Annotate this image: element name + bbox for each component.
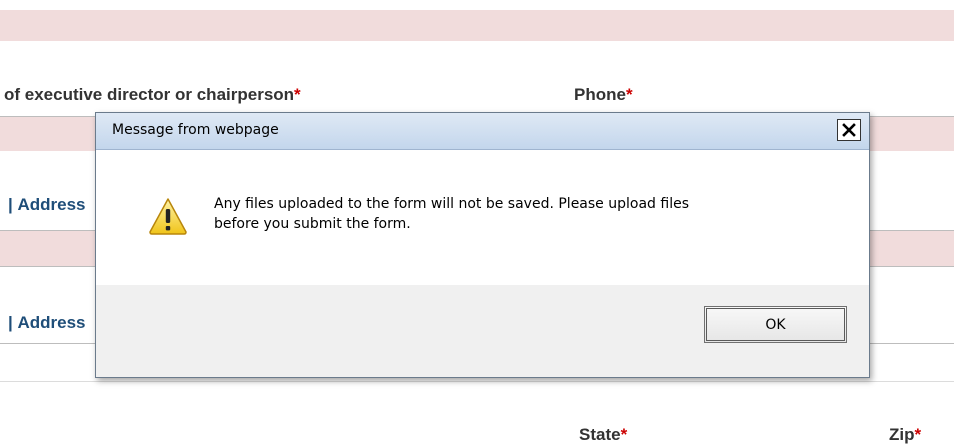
address-label: | Address bbox=[8, 313, 86, 332]
required-marker: * bbox=[914, 425, 922, 444]
phone-label: Phone* bbox=[574, 85, 633, 104]
required-marker: * bbox=[294, 85, 301, 104]
close-button[interactable] bbox=[837, 119, 861, 141]
state-label: State* bbox=[579, 425, 628, 444]
close-icon bbox=[842, 123, 856, 137]
message-dialog: Message from webpage Any files uploaded … bbox=[95, 112, 870, 378]
dialog-titlebar[interactable]: Message from webpage bbox=[96, 113, 869, 150]
divider bbox=[0, 381, 954, 382]
dialog-content: Any files uploaded to the form will not … bbox=[96, 150, 869, 285]
ok-button[interactable]: OK bbox=[704, 306, 847, 343]
warning-icon bbox=[149, 198, 187, 235]
zip-label: Zip* bbox=[889, 425, 922, 444]
address-label: | Address bbox=[8, 195, 86, 214]
required-marker: * bbox=[625, 85, 633, 104]
exec-director-label: of executive director or chairperson* bbox=[4, 85, 301, 104]
form-header-band bbox=[0, 10, 954, 41]
dialog-title: Message from webpage bbox=[112, 122, 279, 138]
dialog-message: Any files uploaded to the form will not … bbox=[214, 196, 689, 232]
required-marker: * bbox=[620, 425, 628, 444]
